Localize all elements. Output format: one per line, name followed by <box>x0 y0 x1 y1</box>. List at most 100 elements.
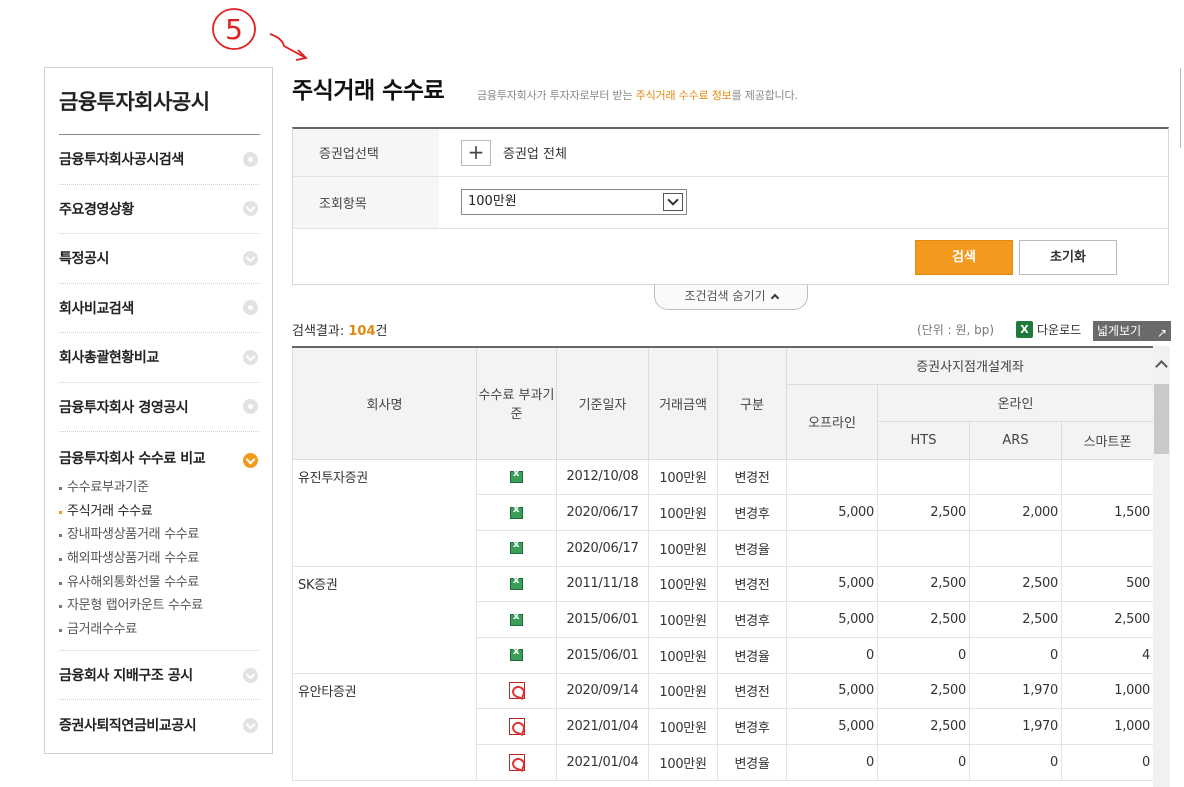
chevron-down-icon <box>243 717 258 733</box>
wide-view-button[interactable]: 넓게보기 ↗ <box>1093 321 1171 341</box>
header-amount: 거래금액 <box>648 346 718 460</box>
smartphone-cell <box>1060 529 1153 567</box>
offline-cell: 0 <box>786 636 878 674</box>
sidebar-item-management-disclosure[interactable]: 금융투자회사 경영공시 <box>59 383 260 432</box>
excel-file-icon[interactable] <box>510 611 523 626</box>
firm-selection-value: 증권업 전체 <box>503 147 567 162</box>
fee-basis-cell[interactable] <box>476 744 557 781</box>
sidebar-item-label: 주요경영상황 <box>59 201 134 218</box>
add-firm-button[interactable]: + <box>461 140 491 166</box>
submenu-item-fx-futures-fee[interactable]: 유사해외통화선물 수수료 <box>59 571 260 595</box>
smartphone-cell: 1,000 <box>1060 672 1153 710</box>
chevron-down-icon <box>243 201 258 217</box>
dot-circle-icon <box>243 151 258 167</box>
hts-cell: 0 <box>877 744 970 781</box>
fee-basis-cell[interactable] <box>476 494 557 531</box>
hide-filter-toggle[interactable]: 조건검색 숨기기 <box>654 285 808 310</box>
sidebar-item-company-compare[interactable]: 회사비교검색 <box>59 284 260 333</box>
page-description: 금융투자회사가 투자자로부터 받는 주식거래 수수료 정보를 제공합니다. <box>477 87 798 103</box>
type-cell: 변경율 <box>717 744 787 781</box>
excel-file-icon[interactable] <box>510 504 523 519</box>
sidebar-item-pension[interactable]: 증권사퇴직연금비교공시 <box>59 700 260 750</box>
fee-basis-cell[interactable] <box>476 458 557 496</box>
firm-name-cell[interactable]: SK증권 <box>292 565 477 674</box>
amount-cell: 100만원 <box>648 672 718 710</box>
excel-icon: X <box>1016 321 1033 338</box>
sidebar-item-label: 회사총괄현황비교 <box>59 350 159 367</box>
submenu-item-fee-basis[interactable]: 수수료부과기준 <box>59 476 260 500</box>
firm-name-cell[interactable]: 유안타증권 <box>292 672 477 781</box>
hts-cell: 2,500 <box>877 672 970 710</box>
header-ars: ARS <box>969 420 1062 460</box>
fee-basis-cell[interactable] <box>476 601 557 638</box>
result-number: 104 <box>348 324 376 339</box>
pdf-file-icon[interactable] <box>508 718 525 736</box>
result-count: 검색결과: 104건 <box>292 320 387 339</box>
result-suffix: 건 <box>375 324 388 339</box>
sidebar-item-label: 금융투자회사 수수료 비교 <box>59 451 206 467</box>
amount-select-value: 100만원 <box>468 194 517 209</box>
amount-select[interactable]: 100만원 <box>461 189 687 215</box>
scrollbar-thumb[interactable] <box>1154 384 1169 454</box>
submenu-item-stock-fee[interactable]: 주식거래 수수료 <box>59 500 260 524</box>
smartphone-cell: 1,000 <box>1060 708 1153 745</box>
sidebar-item-governance[interactable]: 금융회사 지배구조 공시 <box>59 651 260 701</box>
fee-basis-cell[interactable] <box>476 565 557 603</box>
sidebar-item-fee-compare[interactable]: 금융투자회사 수수료 비교 <box>59 432 260 472</box>
ars-cell: 1,970 <box>969 672 1062 710</box>
submenu-item-overseas-derivatives-fee[interactable]: 해외파생상품거래 수수료 <box>59 547 260 571</box>
amount-cell: 100만원 <box>648 565 718 603</box>
offline-cell: 5,000 <box>786 494 878 531</box>
sidebar-item-overview-compare[interactable]: 회사총괄현황비교 <box>59 333 260 383</box>
type-cell: 변경율 <box>717 529 787 567</box>
sidebar-item-major-management[interactable]: 주요경영상황 <box>59 185 260 234</box>
excel-file-icon[interactable] <box>510 468 523 483</box>
amount-cell: 100만원 <box>648 458 718 496</box>
submenu-item-wrap-account-fee[interactable]: 자문형 랩어카운트 수수료 <box>59 594 260 618</box>
hts-cell: 0 <box>877 636 970 674</box>
fee-basis-cell[interactable] <box>476 672 557 710</box>
download-button[interactable]: X 다운로드 <box>1016 321 1081 338</box>
submenu-item-gold-fee[interactable]: 금거래수수료 <box>59 618 260 642</box>
fee-basis-cell[interactable] <box>476 529 557 567</box>
fee-table: 회사명 수수료 부과기준 기준일자 거래금액 구분 증권사지점개설계좌 오프라인… <box>292 346 1153 781</box>
pdf-file-icon[interactable] <box>508 682 525 700</box>
sidebar: 금융투자회사공시 금융투자회사공시검색 주요경영상황 특정공시 회사비교검색 회… <box>44 67 273 754</box>
chevron-up-icon[interactable] <box>1153 356 1170 373</box>
type-cell: 변경전 <box>717 672 787 710</box>
reset-button[interactable]: 초기화 <box>1019 240 1117 275</box>
sidebar-item-label: 금융회사 지배구조 공시 <box>59 668 193 685</box>
filter-panel: 증권업선택 + 증권업 전체 조회항목 100만원 검색 초기화 <box>292 127 1169 285</box>
download-label: 다운로드 <box>1037 323 1082 337</box>
sidebar-item-disclosure-search[interactable]: 금융투자회사공시검색 <box>59 135 260 185</box>
amount-cell: 100만원 <box>648 636 718 674</box>
sidebar-item-label: 증권사퇴직연금비교공시 <box>59 718 197 735</box>
excel-file-icon[interactable] <box>510 575 523 590</box>
firm-name-cell[interactable]: 유진투자증권 <box>292 458 477 567</box>
header-type: 구분 <box>717 346 787 460</box>
sidebar-item-label: 회사비교검색 <box>59 300 134 317</box>
smartphone-cell: 2,500 <box>1060 601 1153 638</box>
filter-row-firm: 증권업선택 + 증권업 전체 <box>293 129 1168 177</box>
fee-basis-cell[interactable] <box>476 636 557 674</box>
table-scrollbar[interactable] <box>1153 346 1170 787</box>
type-cell: 변경후 <box>717 601 787 638</box>
fee-basis-cell[interactable] <box>476 708 557 745</box>
excel-file-icon[interactable] <box>510 539 523 555</box>
sidebar-item-specific-disclosure[interactable]: 특정공시 <box>59 234 260 284</box>
date-cell: 2020/06/17 <box>556 494 649 531</box>
submenu-item-exchange-derivatives-fee[interactable]: 장내파생상품거래 수수료 <box>59 523 260 547</box>
excel-file-icon[interactable] <box>510 646 523 662</box>
search-button[interactable]: 검색 <box>915 240 1013 275</box>
date-cell: 2020/06/17 <box>556 529 649 567</box>
amount-cell: 100만원 <box>648 494 718 531</box>
sidebar-item-label: 특정공시 <box>59 251 109 268</box>
header-smartphone: 스마트폰 <box>1060 420 1153 460</box>
chevron-down-icon[interactable] <box>663 193 683 211</box>
header-offline: 오프라인 <box>786 383 878 460</box>
page-title: 주식거래 수수료 <box>292 78 445 104</box>
header-hts: HTS <box>877 420 970 460</box>
sidebar-submenu: 수수료부과기준 주식거래 수수료 장내파생상품거래 수수료 해외파생상품거래 수… <box>59 472 260 651</box>
pdf-file-icon[interactable] <box>508 753 525 771</box>
ars-cell <box>969 529 1062 567</box>
